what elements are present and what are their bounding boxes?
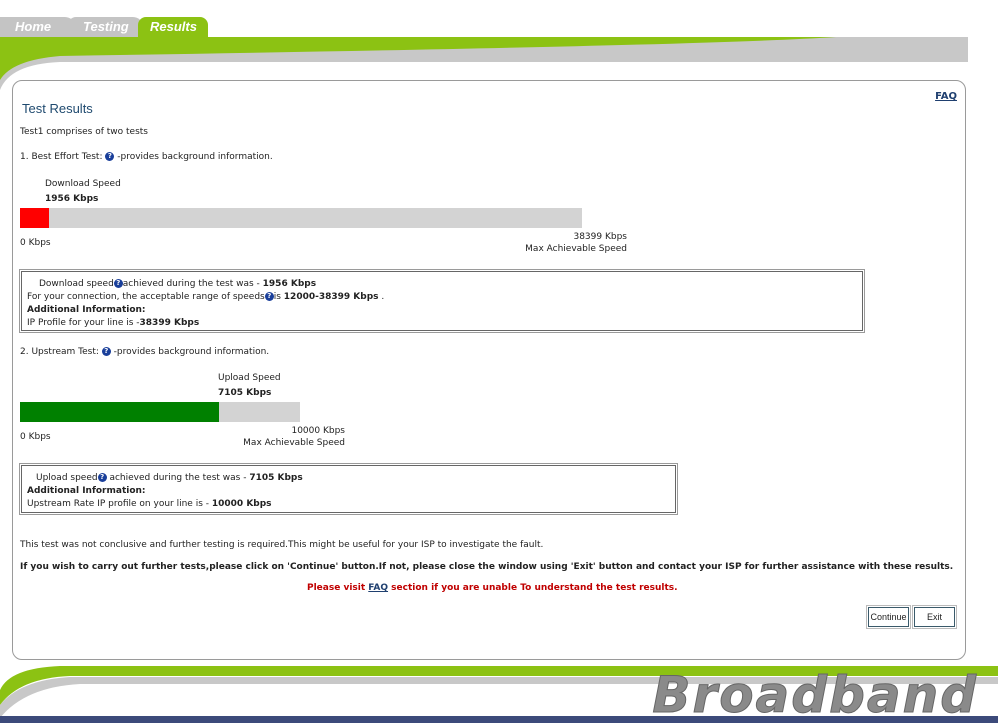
upload-additional-info: Additional Information: [27,486,146,496]
tab-home[interactable]: Home [0,17,75,37]
upload-speed-value: 7105 Kbps [218,388,272,398]
upstream-label: 2. Upstream Test: [20,347,99,357]
brand-logo: Broadband [652,666,978,723]
upload-info-line3-pre: Upstream Rate IP profile on your line is… [27,499,212,509]
continue-button[interactable]: Continue [866,605,911,629]
tab-bar: Home Testing Results [0,17,220,37]
download-min-label: 0 Kbps [20,238,51,248]
upload-min-label: 0 Kbps [20,432,51,442]
download-info-line2-mid: is [273,292,284,302]
download-info-line1-value: 1956 Kbps [262,279,317,289]
taskbar [0,716,998,723]
tab-testing[interactable]: Testing [68,17,143,37]
upstream-heading: 2. Upstream Test: ? -provides background… [20,347,269,357]
visit-faq-pre: Please visit [307,583,369,593]
visit-faq-post: section if you are unable To understand … [388,583,678,593]
results-panel: FAQ Test Results Test1 comprises of two … [12,80,966,660]
upload-info-line1-pre: Upload speed [36,473,98,483]
best-effort-suffix: -provides background information. [117,152,273,162]
upload-max-value: 10000 Kbps [291,426,345,436]
download-info-line1: Download speed? achieved during the test … [39,279,316,289]
download-speed-value: 1956 Kbps [45,194,99,204]
faq-link-top[interactable]: FAQ [935,91,957,102]
download-info-line4-value: 38399 Kbps [139,318,200,328]
download-info-line1-mid: achieved during the test was - [122,279,263,289]
download-info-line2-end: . [378,292,385,302]
best-effort-heading: 1. Best Effort Test: ? -provides backgro… [20,152,273,162]
upload-info-box: Upload speed? achieved during the test w… [19,463,678,515]
help-icon[interactable]: ? [113,279,123,288]
download-max-label: Max Achievable Speed [525,244,627,254]
download-info-box: Download speed? achieved during the test … [19,269,865,333]
help-icon[interactable]: ? [101,347,111,356]
download-additional-info: Additional Information: [27,305,146,315]
download-speed-label: Download Speed [45,179,121,189]
upload-info-line1-mid: achieved during the test was - [106,473,250,483]
download-speed-bar-fill [20,208,49,228]
upload-info-line1: Upload speed? achieved during the test w… [36,473,303,483]
conclusion-text: This test was not conclusive and further… [20,540,544,550]
download-max-value: 38399 Kbps [573,232,627,242]
download-info-line2: For your connection, the acceptable rang… [27,292,384,302]
faq-link-inline[interactable]: FAQ [368,583,388,593]
download-info-line2-value: 12000-38399 Kbps [283,292,379,302]
header-swoosh [0,37,968,90]
download-info-line4: IP Profile for your line is -38399 Kbps [27,318,199,328]
instruction-text: If you wish to carry out further tests,p… [20,562,954,572]
upload-speed-bar [20,402,300,422]
upload-speed-bar-fill [20,402,219,422]
help-icon[interactable]: ? [105,152,115,161]
visit-faq-text: Please visit FAQ section if you are unab… [307,583,678,593]
page-title: Test Results [22,101,93,116]
download-info-line2-pre: For your connection, the acceptable rang… [27,292,265,302]
best-effort-label: 1. Best Effort Test: [20,152,103,162]
upstream-suffix: -provides background information. [113,347,270,357]
download-speed-bar [20,208,582,228]
help-icon[interactable]: ? [97,473,107,482]
help-icon[interactable]: ? [264,292,274,301]
exit-button[interactable]: Exit [912,605,957,629]
upload-speed-label: Upload Speed [218,373,281,383]
upload-info-line3: Upstream Rate IP profile on your line is… [27,499,272,509]
tab-results[interactable]: Results [138,17,208,37]
upload-max-label: Max Achievable Speed [243,438,345,448]
intro-text: Test1 comprises of two tests [20,127,148,137]
download-info-line1-pre: Download speed [39,279,114,289]
download-info-line4-pre: IP Profile for your line is - [27,318,140,328]
upload-info-line1-value: 7105 Kbps [249,473,303,483]
upload-info-line3-value: 10000 Kbps [211,499,272,509]
